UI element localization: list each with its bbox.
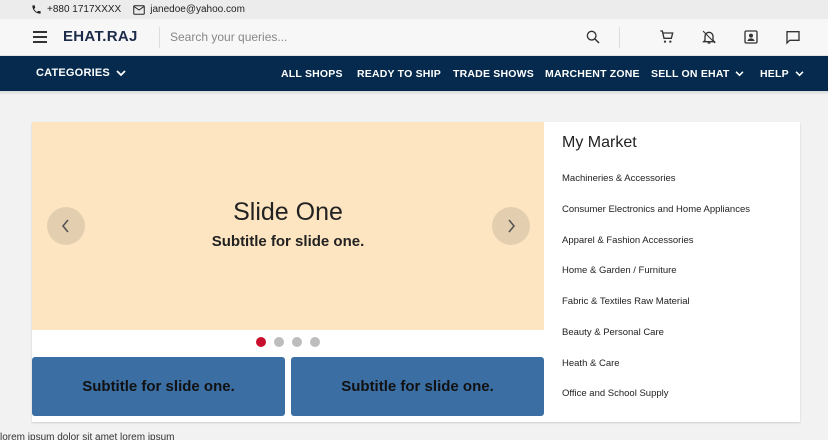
nav-trade-shows[interactable]: TRADE SHOWS	[453, 68, 534, 80]
slide-dot[interactable]	[292, 337, 302, 347]
slide-dot[interactable]	[256, 337, 266, 347]
search-icon[interactable]	[585, 29, 601, 45]
main-nav: CATEGORIES ALL SHOPS READY TO SHIP TRADE…	[0, 56, 828, 91]
chevron-down-icon	[735, 71, 744, 77]
slide-dots	[256, 337, 328, 347]
slide-dot[interactable]	[274, 337, 284, 347]
email-contact[interactable]: janedoe@yahoo.com	[133, 4, 245, 15]
nav-sell-on-ehat[interactable]: SELL ON EHAT	[651, 68, 744, 80]
slide-dot[interactable]	[310, 337, 320, 347]
market-item[interactable]: Heath & Care	[562, 358, 620, 369]
phone-number: +880 1717XXXX	[47, 4, 122, 15]
my-market-title: My Market	[562, 134, 637, 151]
phone-contact[interactable]: +880 1717XXXX	[31, 4, 121, 15]
promo-tile[interactable]: Subtitle for slide one.	[32, 357, 285, 416]
nav-ready-to-ship[interactable]: READY TO SHIP	[357, 68, 441, 80]
account-icon[interactable]	[743, 29, 759, 45]
cart-icon[interactable]	[659, 29, 675, 45]
hero-slide: Slide One Subtitle for slide one.	[32, 122, 544, 330]
categories-label: CATEGORIES	[36, 67, 110, 79]
nav-marchent-zone[interactable]: MARCHENT ZONE	[545, 68, 640, 80]
nav-shadow	[0, 91, 828, 95]
market-item[interactable]: Beauty & Personal Care	[562, 327, 664, 338]
market-item[interactable]: Consumer Electronics and Home Appliances	[562, 204, 750, 215]
mail-icon	[133, 4, 145, 15]
email-address: janedoe@yahoo.com	[150, 4, 245, 15]
market-item[interactable]: Machineries & Accessories	[562, 173, 676, 184]
menu-icon[interactable]	[33, 31, 47, 43]
chat-icon[interactable]	[785, 29, 801, 45]
slide-next-button[interactable]	[492, 207, 530, 245]
logo[interactable]: EHAT.RAJ	[63, 28, 138, 45]
nav-help[interactable]: HELP	[760, 68, 804, 80]
slide-subtitle: Subtitle for slide one.	[211, 233, 365, 250]
chevron-left-icon	[61, 219, 69, 233]
nav-help-label: HELP	[760, 68, 789, 80]
phone-icon	[32, 5, 41, 14]
header: EHAT.RAJ	[0, 19, 828, 56]
bell-icon[interactable]	[701, 29, 717, 45]
chevron-right-icon	[508, 219, 516, 233]
promo-tile[interactable]: Subtitle for slide one.	[291, 357, 544, 416]
categories-dropdown[interactable]: CATEGORIES	[36, 67, 126, 79]
slide-title: Slide One	[233, 198, 343, 226]
chevron-down-icon	[116, 69, 126, 76]
market-item[interactable]: Office and School Supply	[562, 388, 669, 399]
nav-all-shops[interactable]: ALL SHOPS	[281, 68, 343, 80]
slide-prev-button[interactable]	[47, 207, 85, 245]
market-item[interactable]: Fabric & Textiles Raw Material	[562, 296, 690, 307]
search-input[interactable]	[162, 26, 582, 48]
cut-off-text: lorem ipsum dolor sit amet lorem ipsum	[0, 432, 175, 440]
market-item[interactable]: Home & Garden / Furniture	[562, 265, 677, 276]
nav-sell-on-ehat-label: SELL ON EHAT	[651, 68, 730, 80]
market-item[interactable]: Apparel & Fashion Accessories	[562, 235, 693, 246]
chevron-down-icon	[795, 71, 804, 77]
top-info-bar: +880 1717XXXX janedoe@yahoo.com	[0, 0, 828, 19]
header-divider	[619, 27, 620, 48]
header-divider	[159, 27, 160, 48]
